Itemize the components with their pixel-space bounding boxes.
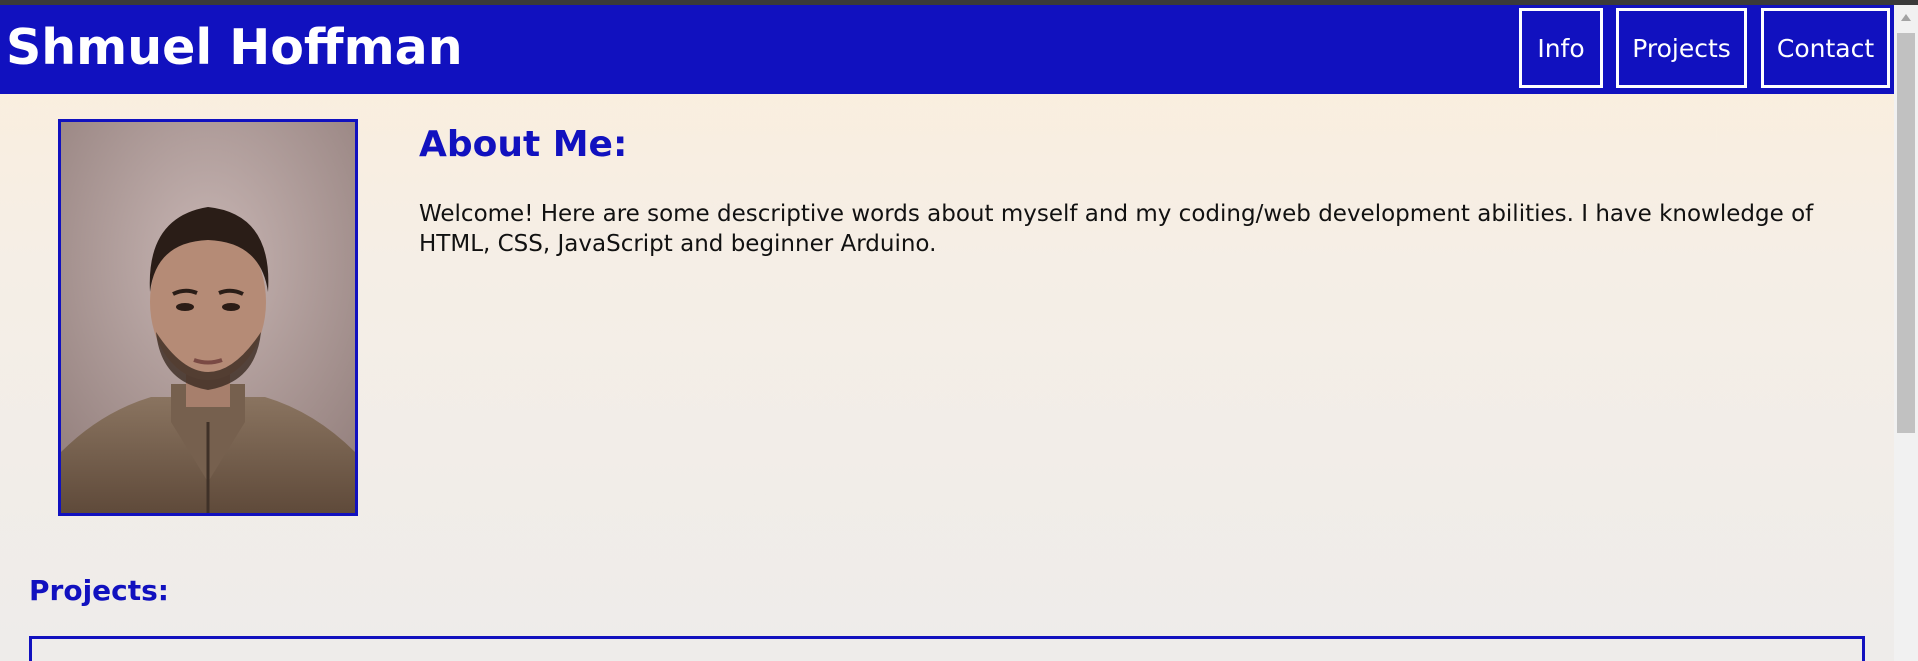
scroll-up-arrow-icon[interactable] xyxy=(1901,14,1911,21)
projects-heading: Projects: xyxy=(29,574,169,607)
site-header: Shmuel Hoffman Info Projects Contact xyxy=(0,5,1894,94)
about-text: Welcome! Here are some descriptive words… xyxy=(419,201,1814,257)
nav-contact-button[interactable]: Contact xyxy=(1761,8,1890,88)
profile-photo-image xyxy=(61,122,355,513)
nav-projects-button[interactable]: Projects xyxy=(1616,8,1747,88)
about-heading: About Me: xyxy=(419,124,628,165)
projects-container xyxy=(29,636,1865,661)
nav-info-button[interactable]: Info xyxy=(1519,8,1603,88)
site-title: Shmuel Hoffman xyxy=(6,19,463,76)
vertical-scrollbar[interactable] xyxy=(1894,5,1918,661)
scrollbar-thumb[interactable] xyxy=(1897,33,1915,433)
profile-photo xyxy=(58,119,358,516)
